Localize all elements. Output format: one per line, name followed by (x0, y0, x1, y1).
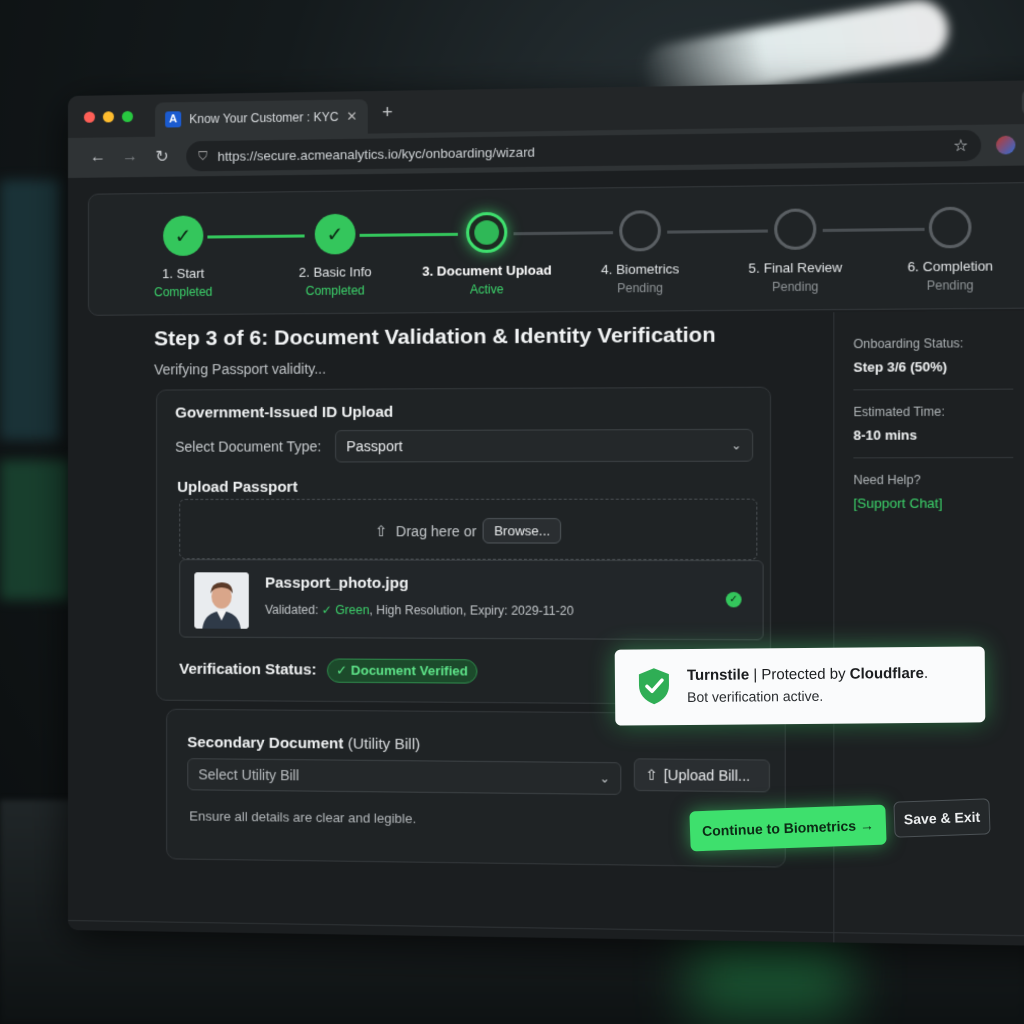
drag-text: Drag here or (395, 522, 477, 539)
divider (853, 388, 1014, 391)
file-name: Passport_photo.jpg (265, 574, 409, 593)
check-icon: ✓ (163, 215, 204, 257)
gov-id-heading: Government-Issued ID Upload (175, 403, 394, 422)
divider (853, 457, 1014, 459)
document-type-label: Select Document Type: (175, 438, 322, 455)
site-logo-icon: A (165, 111, 182, 128)
meta-prefix: Validated: (265, 602, 319, 618)
passport-photo-thumbnail (194, 572, 249, 629)
background-monitor (0, 180, 60, 440)
progress-stepper: ✓ 1. Start Completed ✓ 2. Basic Info Com… (87, 181, 1024, 316)
file-validation-meta: Validated: ✓ Green, High Resolution, Exp… (265, 603, 574, 618)
pending-step-icon (774, 208, 817, 250)
onboarding-sidebar: Onboarding Status: Step 3/6 (50%) Estima… (833, 310, 1024, 947)
step-status: Pending (772, 279, 819, 295)
estimated-time-value: 8-10 mins (853, 427, 918, 443)
address-bar[interactable]: ⛉ https://secure.acmeanalytics.io/kyc/on… (186, 129, 982, 172)
bookmark-star-icon[interactable]: ☆ (953, 135, 968, 156)
step-status: Completed (154, 284, 213, 300)
continue-button[interactable]: Continue to Biometrics → (689, 804, 887, 852)
step-biometrics: 4. Biometrics Pending (567, 210, 713, 296)
turnstile-widget[interactable]: Turnstile | Protected by Cloudflare. Bot… (614, 646, 986, 726)
validated-check-icon: ✓ (725, 591, 742, 608)
need-help-label: Need Help? (853, 472, 921, 488)
upload-icon: ⇧ (374, 522, 388, 540)
close-tab-icon[interactable]: ✕ (346, 109, 357, 125)
background-monitor (0, 460, 70, 600)
step-label: 3. Document Upload (422, 262, 552, 279)
forward-icon[interactable]: → (114, 148, 146, 166)
secondary-heading-text: Secondary Document (187, 734, 344, 753)
background-glow (690, 930, 850, 1020)
step-status: Pending (617, 280, 664, 296)
step-status: Completed (305, 283, 365, 299)
document-type-value: Passport (346, 438, 403, 455)
secondary-hint: Ensure all details are clear and legible… (189, 808, 417, 827)
step-status: Pending (926, 278, 974, 293)
meta-green: ✓ Green (321, 602, 370, 618)
close-window-button[interactable] (83, 111, 95, 123)
upload-bill-label: [Upload Bill... (663, 766, 751, 784)
step-status: Active (469, 282, 504, 297)
onboarding-status-value: Step 3/6 (50%) (853, 358, 948, 375)
site-info-icon[interactable]: ⛉ (198, 149, 207, 164)
step-label: 2. Basic Info (298, 264, 372, 280)
verification-status-label: Verification Status: (179, 660, 317, 679)
pending-step-icon (928, 206, 972, 249)
upload-icon: ⇧ (645, 766, 658, 783)
shield-check-icon (638, 668, 669, 705)
chevron-down-icon: ⌄ (731, 438, 742, 453)
secondary-heading-suffix: (Utility Bill) (347, 735, 421, 754)
utility-bill-select[interactable]: Select Utility Bill ⌄ (187, 758, 622, 795)
verification-status: Verification Status: ✓ Document Verified (179, 658, 478, 684)
turnstile-title: Turnstile | Protected by Cloudflare. (686, 664, 929, 684)
url-text: https://secure.acmeanalytics.io/kyc/onbo… (217, 143, 535, 164)
estimated-time-label: Estimated Time: (853, 404, 945, 420)
step-final-review: 5. Final Review Pending (722, 208, 870, 295)
turnstile-subtitle: Bot verification active. (687, 687, 824, 705)
step-label: 6. Completion (907, 258, 994, 275)
step-label: 4. Biometrics (600, 261, 680, 278)
back-icon[interactable]: ← (82, 148, 114, 166)
step-label: 1. Start (162, 265, 205, 282)
turnstile-protected-by: | Protected by (753, 665, 846, 684)
upload-passport-heading: Upload Passport (177, 478, 298, 496)
save-exit-button[interactable]: Save & Exit (893, 798, 991, 838)
profile-avatar-icon[interactable] (996, 135, 1016, 155)
tab-title: Know Your Customer : KYC (189, 109, 339, 127)
pending-step-icon (619, 210, 661, 252)
upload-bill-button[interactable]: ⇧ [Upload Bill... (633, 758, 770, 793)
browser-tab[interactable]: A Know Your Customer : KYC ✕ (155, 99, 368, 137)
check-icon: ✓ (314, 213, 356, 255)
status-badge: ✓ Document Verified (327, 658, 478, 684)
turnstile-brand: Turnstile (686, 666, 750, 684)
support-chat-link[interactable]: [Support Chat] (853, 495, 1024, 511)
step-start: ✓ 1. Start Completed (113, 215, 254, 300)
step-completion: 6. Completion Pending (876, 206, 1024, 293)
maximize-window-button[interactable] (121, 110, 134, 122)
active-step-icon (466, 211, 508, 254)
step-basic-info: ✓ 2. Basic Info Completed (264, 213, 407, 298)
reload-icon[interactable]: ↻ (146, 146, 178, 167)
meta-rest: , High Resolution, Expiry: 2029-11-20 (369, 603, 574, 619)
minimize-window-button[interactable] (102, 110, 114, 122)
step-document-upload: 3. Document Upload Active (415, 211, 559, 297)
chevron-down-icon: ⌄ (599, 771, 610, 786)
document-type-select[interactable]: Passport ⌄ (335, 428, 754, 463)
turnstile-provider: Cloudflare (849, 664, 925, 683)
passport-dropzone[interactable]: ⇧ Drag here or Browse... (179, 498, 758, 561)
secondary-heading: Secondary Document (Utility Bill) (187, 734, 420, 753)
step-label: 5. Final Review (748, 259, 843, 276)
uploaded-file-row: Passport_photo.jpg Validated: ✓ Green, H… (179, 559, 764, 641)
browse-button[interactable]: Browse... (482, 518, 562, 544)
onboarding-status-label: Onboarding Status: (853, 336, 964, 352)
utility-bill-placeholder: Select Utility Bill (198, 766, 300, 784)
page-title: Step 3 of 6: Document Validation & Ident… (154, 323, 716, 351)
page-subtitle: Verifying Passport validity... (154, 360, 327, 378)
new-tab-icon[interactable]: + (382, 101, 393, 122)
